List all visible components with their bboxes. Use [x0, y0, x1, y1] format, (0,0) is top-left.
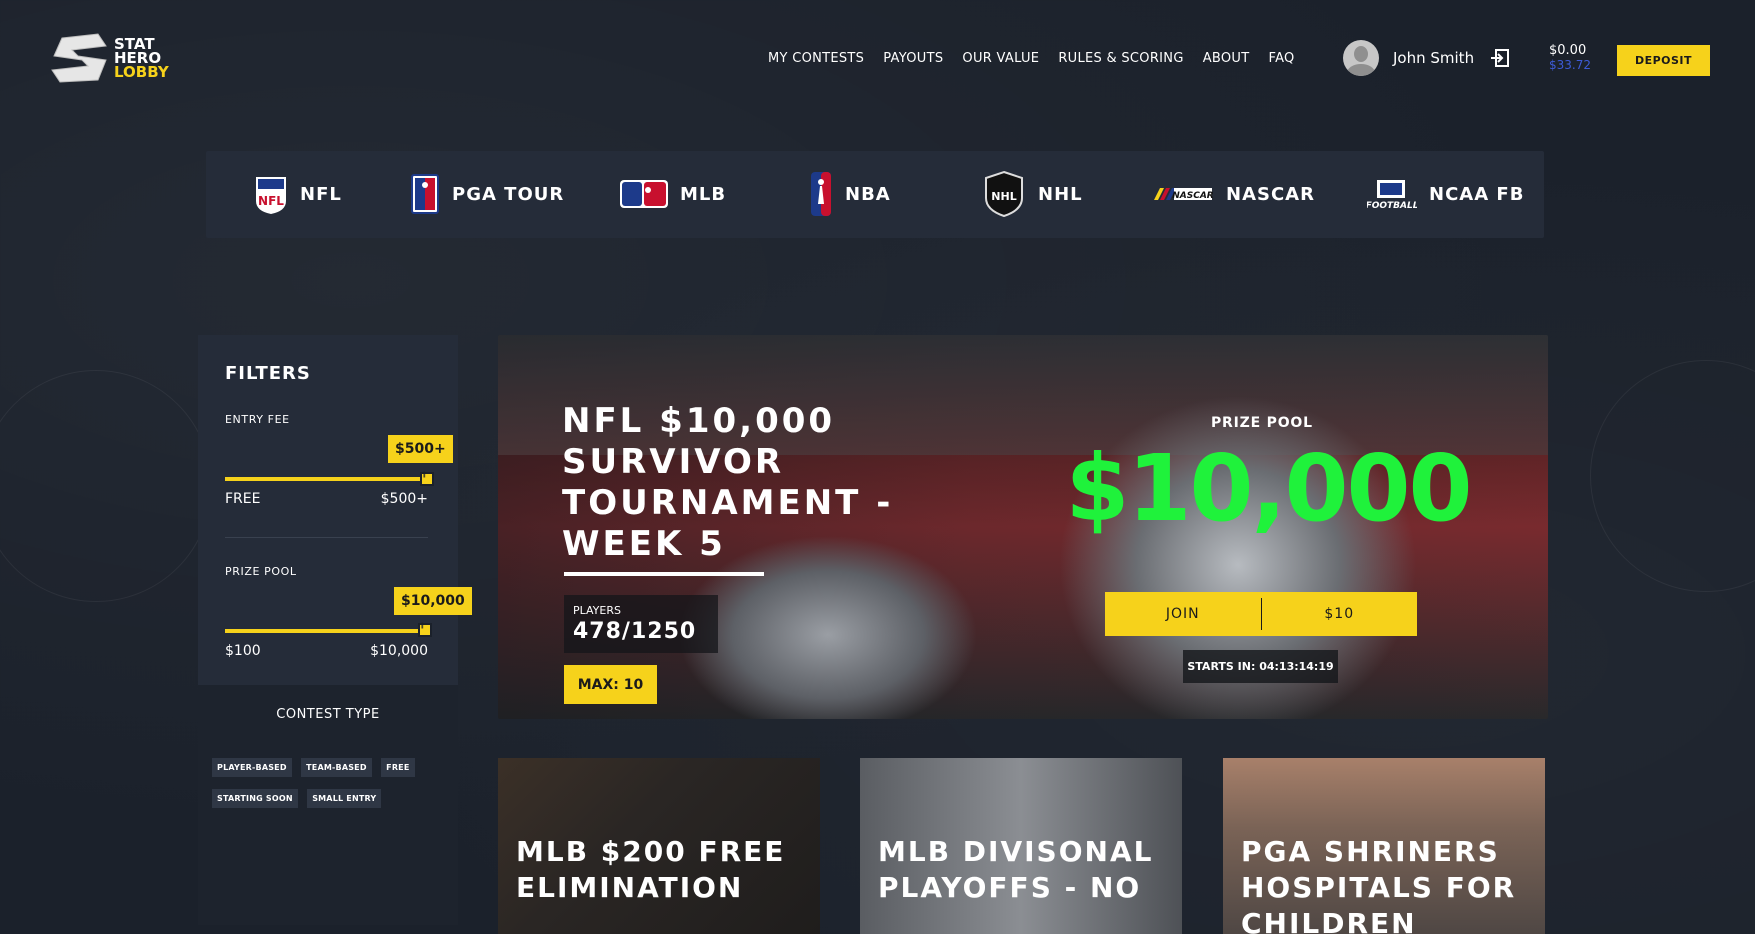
entry-fee-max: $500+: [380, 491, 428, 507]
stat-hero-logo[interactable]: STAT HERO LOBBY: [48, 32, 169, 84]
nav-about[interactable]: ABOUT: [1203, 51, 1250, 66]
user-menu[interactable]: John Smith: [1343, 40, 1510, 76]
nav-faq[interactable]: FAQ: [1268, 51, 1294, 66]
prize-pool-label: PRIZE POOL: [225, 565, 297, 578]
prize-pool-tooltip: $10,000: [394, 587, 472, 615]
starts-countdown: STARTS IN: 04:13:14:19: [1183, 650, 1338, 683]
nfl-shield-icon: NFL: [256, 177, 286, 214]
background-circle: [0, 370, 212, 602]
contest-card[interactable]: PGA SHRINERS HOSPITALS FOR CHILDREN: [1223, 758, 1545, 934]
nav-payouts[interactable]: PAYOUTS: [883, 51, 943, 66]
nhl-icon: NHL: [985, 170, 1023, 218]
nav-our-value[interactable]: OUR VALUE: [962, 51, 1039, 66]
entry-fee-tooltip: $500+: [388, 435, 453, 463]
tag-small-entry[interactable]: SMALL ENTRY: [307, 789, 382, 808]
avatar[interactable]: [1343, 40, 1379, 76]
tag-player-based[interactable]: PLAYER-BASED: [212, 758, 292, 777]
filters-panel: FILTERS ENTRY FEE $500+ FREE $500+ PRIZE…: [198, 335, 472, 925]
sport-label: PGA TOUR: [452, 183, 565, 205]
contest-type-tags: PLAYER-BASED TEAM-BASED FREE STARTING SO…: [212, 757, 452, 819]
sport-tab-nascar[interactable]: NASCAR NASCAR: [1152, 171, 1315, 217]
contest-title: NFL $10,000 SURVIVOR TOURNAMENT - WEEK 5: [562, 401, 894, 564]
sport-tab-nba[interactable]: NBA: [809, 171, 891, 217]
filter-divider: [225, 537, 428, 538]
sport-tab-ncaa-fb[interactable]: FOOTBALL NCAA FB: [1367, 171, 1524, 217]
nascar-icon: NASCAR: [1154, 188, 1214, 201]
entry-fee-min: FREE: [225, 491, 261, 507]
sport-label: NCAA FB: [1429, 183, 1525, 205]
sport-tab-nfl[interactable]: NFL NFL: [254, 171, 342, 217]
logo-mark-icon: [51, 33, 107, 83]
main-nav: MY CONTESTS PAYOUTS OUR VALUE RULES & SC…: [768, 51, 1314, 66]
pga-tour-icon: [411, 174, 439, 214]
background-circle: [1590, 360, 1755, 592]
join-bar: JOIN $10: [1105, 592, 1417, 636]
balance: $0.00 $33.72: [1549, 43, 1591, 73]
tag-team-based[interactable]: TEAM-BASED: [301, 758, 372, 777]
sport-tab-nhl[interactable]: NHL NHL: [982, 170, 1083, 218]
prize-pool-handle[interactable]: [418, 623, 432, 637]
deposit-button[interactable]: DEPOSIT: [1617, 45, 1710, 76]
prize-pool-range: $100 $10,000: [225, 643, 428, 659]
players-value: 478/1250: [573, 619, 697, 644]
logout-icon[interactable]: [1490, 48, 1510, 68]
contest-card-title: MLB $200 FREE ELIMINATION: [516, 835, 786, 904]
ncaa-football-icon: FOOTBALL: [1367, 180, 1417, 210]
prize-pool-slider[interactable]: [225, 629, 426, 633]
svg-text:FOOTBALL: FOOTBALL: [1367, 201, 1417, 210]
nav-rules-scoring[interactable]: RULES & SCORING: [1058, 51, 1183, 66]
contest-card[interactable]: MLB DIVISONAL PLAYOFFS - NO: [860, 758, 1182, 934]
nba-icon: [811, 172, 831, 216]
svg-text:NASCAR: NASCAR: [1172, 191, 1214, 201]
contest-card-title: PGA SHRINERS HOSPITALS FOR CHILDREN: [1241, 835, 1517, 934]
logo-line-lobby: LOBBY: [114, 63, 169, 81]
sport-tab-mlb[interactable]: MLB: [620, 171, 726, 217]
svg-text:NFL: NFL: [258, 194, 284, 208]
sports-bar: NFL NFL PGA TOUR MLB NBA NHL NHL NASCAR …: [206, 151, 1544, 238]
entry-fee-label: ENTRY FEE: [225, 413, 290, 426]
entry-fee-button[interactable]: $10: [1262, 592, 1418, 636]
entry-fee-handle[interactable]: [420, 472, 434, 486]
tag-free[interactable]: FREE: [381, 758, 415, 777]
entry-fee-slider[interactable]: [225, 477, 426, 481]
svg-text:NHL: NHL: [991, 190, 1016, 203]
tag-starting-soon[interactable]: STARTING SOON: [212, 789, 298, 808]
mlb-icon: [620, 180, 668, 208]
max-entries-badge: MAX: 10: [564, 665, 657, 704]
contest-type-section: CONTEST TYPE PLAYER-BASED TEAM-BASED FRE…: [198, 685, 458, 925]
prize-pool-max: $10,000: [370, 643, 428, 659]
filters-title: FILTERS: [225, 363, 311, 384]
entry-fee-range: FREE $500+: [225, 491, 428, 507]
sport-label: NHL: [1038, 183, 1083, 205]
sport-label: NBA: [845, 183, 891, 205]
nav-my-contests[interactable]: MY CONTESTS: [768, 51, 864, 66]
bonus-amount: $33.72: [1549, 58, 1591, 72]
sport-label: NFL: [300, 183, 342, 205]
prize-pool-label: PRIZE POOL: [1211, 415, 1313, 431]
contest-card[interactable]: MLB $200 FREE ELIMINATION: [498, 758, 820, 934]
prize-pool-value: $10,000: [1065, 435, 1472, 542]
logo-text: STAT HERO LOBBY: [114, 37, 169, 81]
sport-tab-pga-tour[interactable]: PGA TOUR: [410, 171, 564, 217]
join-button[interactable]: JOIN: [1105, 592, 1261, 636]
featured-contest[interactable]: NFL $10,000 SURVIVOR TOURNAMENT - WEEK 5…: [498, 335, 1548, 719]
contest-card-title: MLB DIVISONAL PLAYOFFS - NO: [878, 835, 1154, 904]
sport-label: NASCAR: [1226, 183, 1315, 205]
contest-type-title: CONTEST TYPE: [276, 707, 380, 722]
sport-label: MLB: [680, 183, 727, 205]
prize-pool-min: $100: [225, 643, 261, 659]
username[interactable]: John Smith: [1393, 49, 1474, 67]
players-count: PLAYERS 478/1250: [564, 595, 718, 653]
players-label: PLAYERS: [573, 604, 621, 617]
balance-amount: $0.00: [1549, 43, 1587, 58]
title-underline: [564, 572, 764, 576]
